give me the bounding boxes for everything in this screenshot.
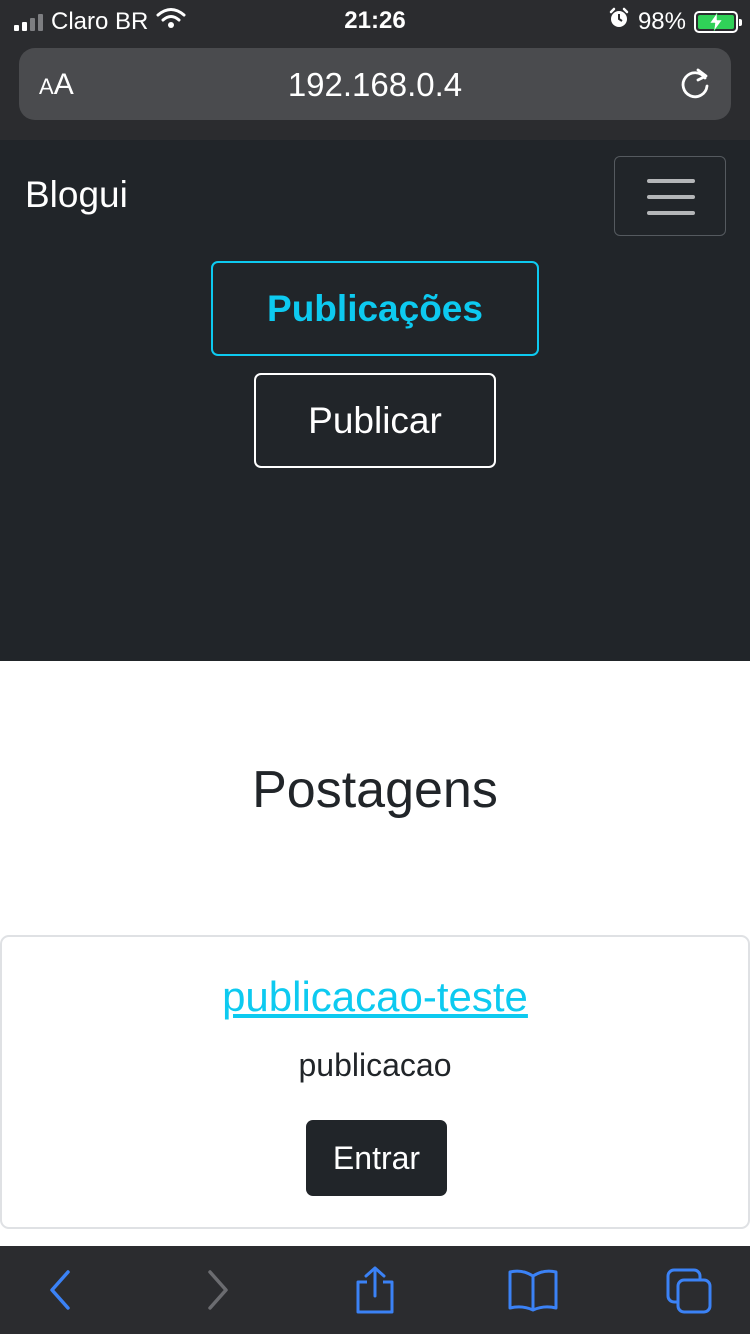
site-navbar: Blogui Publicações Publicar: [0, 140, 750, 661]
address-bar[interactable]: AA 192.168.0.4: [19, 48, 731, 120]
post-card: publicacao-teste publicacao Entrar: [0, 935, 750, 1229]
battery-icon: [694, 10, 742, 33]
nav-link-publicacoes[interactable]: Publicações: [211, 261, 539, 356]
forward-arrow-icon[interactable]: [198, 1266, 238, 1319]
hamburger-icon: [647, 179, 695, 183]
battery-percent: 98%: [637, 7, 686, 35]
browser-toolbar: [0, 1246, 750, 1334]
post-body-text: publicacao: [298, 1047, 452, 1083]
enter-button[interactable]: Entrar: [306, 1120, 447, 1196]
share-icon[interactable]: [352, 1266, 398, 1321]
alarm-icon: [608, 7, 630, 36]
charging-bolt-icon: [709, 12, 723, 31]
post-title-link[interactable]: publicacao-teste: [2, 973, 748, 1021]
reload-icon[interactable]: [677, 66, 713, 107]
url-text[interactable]: 192.168.0.4: [19, 66, 731, 104]
navbar-toggler-button[interactable]: [614, 156, 726, 236]
browser-chrome-top: Claro BR 21:26 98% AA 192.168.0.4: [0, 0, 750, 140]
status-right: 98%: [608, 7, 742, 36]
nav-link-publicar[interactable]: Publicar: [254, 373, 496, 468]
page-title: Postagens: [252, 761, 498, 819]
status-bar: Claro BR 21:26 98%: [0, 0, 750, 42]
navbar-brand[interactable]: Blogui: [25, 174, 128, 216]
tabs-icon[interactable]: [664, 1266, 716, 1321]
bookmarks-icon[interactable]: [506, 1266, 560, 1319]
back-arrow-icon[interactable]: [40, 1266, 80, 1319]
